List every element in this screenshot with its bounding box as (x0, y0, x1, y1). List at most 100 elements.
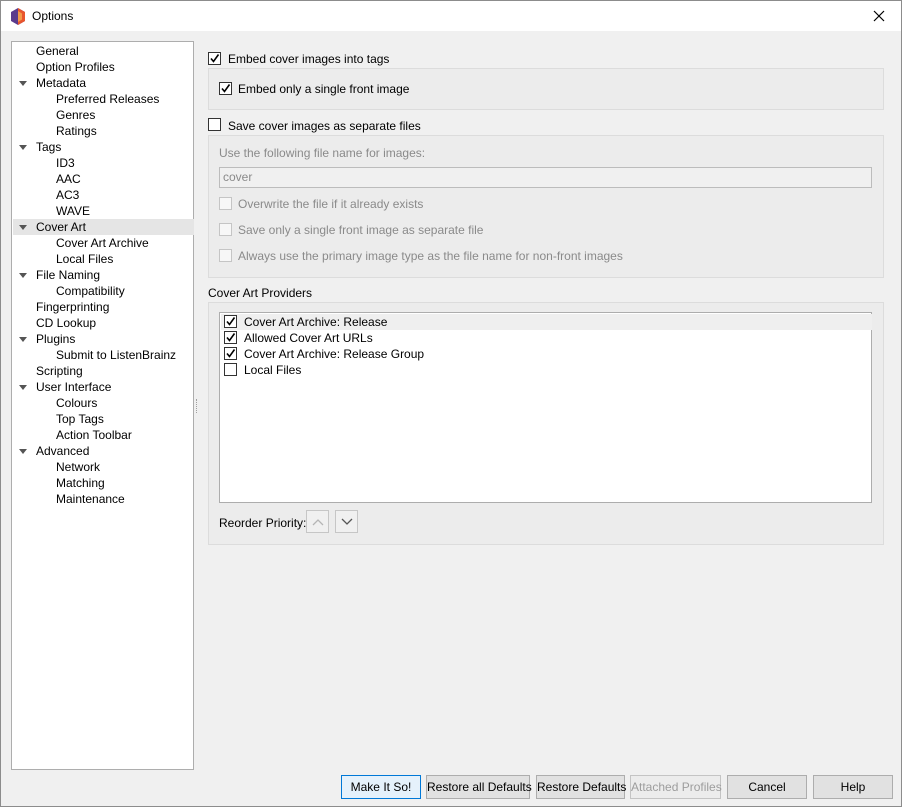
tree-item-compatibility[interactable]: Compatibility (13, 283, 194, 299)
embed-single-checkbox[interactable] (219, 82, 232, 95)
make-it-so-button[interactable]: Make It So! (341, 775, 421, 799)
close-icon (873, 10, 885, 22)
window-title: Options (32, 9, 74, 23)
tree-item-label: Preferred Releases (56, 92, 160, 106)
tree-item-action-toolbar[interactable]: Action Toolbar (13, 427, 194, 443)
provider-item-cover-art-archive-release-group[interactable]: Cover Art Archive: Release Group (221, 346, 872, 362)
restore-all-defaults-button[interactable]: Restore all Defaults (426, 775, 532, 799)
embed-single-label: Embed only a single front image (238, 82, 410, 96)
provider-checkbox[interactable] (224, 331, 237, 344)
tree-item-label: Cover Art Archive (56, 236, 149, 250)
restore-defaults-button[interactable]: Restore Defaults (536, 775, 626, 799)
tree-item-fingerprinting[interactable]: Fingerprinting (13, 299, 194, 315)
tree-item-label: CD Lookup (36, 316, 97, 330)
tree-item-label: File Naming (36, 268, 101, 282)
tree-item-preferred-releases[interactable]: Preferred Releases (13, 91, 194, 107)
tree-item-label: Tags (36, 140, 62, 154)
tree-item-label: Metadata (36, 76, 87, 90)
tree-item-label: Cover Art (36, 220, 87, 234)
tree-item-option-profiles[interactable]: Option Profiles (13, 59, 194, 75)
expand-arrow-icon[interactable] (19, 449, 27, 454)
tree-item-maintenance[interactable]: Maintenance (13, 491, 194, 507)
tree-item-advanced[interactable]: Advanced (13, 443, 194, 459)
tree-item-plugins[interactable]: Plugins (13, 331, 194, 347)
tree-item-label: Submit to ListenBrainz (56, 348, 177, 362)
tree-item-aac[interactable]: AAC (13, 171, 194, 187)
tree-item-label: Option Profiles (36, 60, 115, 74)
tree-item-network[interactable]: Network (13, 459, 194, 475)
embed-cover-checkbox[interactable] (208, 52, 221, 65)
overwrite-label: Overwrite the file if it already exists (238, 197, 424, 211)
tree-item-label: Scripting (36, 364, 83, 378)
embed-cover-label: Embed cover images into tags (228, 52, 390, 66)
options-tree[interactable]: General Option Profiles Metadata Preferred … (11, 41, 194, 770)
provider-checkbox[interactable] (224, 363, 237, 376)
expand-arrow-icon[interactable] (19, 337, 27, 342)
save-single-checkbox[interactable] (219, 223, 232, 236)
cancel-button[interactable]: Cancel (727, 775, 807, 799)
move-up-button[interactable] (306, 510, 329, 533)
tree-item-submit-to-listenbrainz[interactable]: Submit to ListenBrainz (13, 347, 194, 363)
tree-item-cd-lookup[interactable]: CD Lookup (13, 315, 194, 331)
chevron-up-icon (312, 518, 323, 525)
save-single-label: Save only a single front image as separa… (238, 223, 484, 237)
tree-item-label: Network (56, 460, 101, 474)
expand-arrow-icon[interactable] (19, 273, 27, 278)
save-separate-label: Save cover images as separate files (228, 119, 421, 133)
tree-item-top-tags[interactable]: Top Tags (13, 411, 194, 427)
tree-item-file-naming[interactable]: File Naming (13, 267, 194, 283)
expand-arrow-icon[interactable] (19, 385, 27, 390)
attached-profiles-button[interactable]: Attached Profiles (630, 775, 722, 799)
tree-item-label: Local Files (56, 252, 114, 266)
tree-item-wave[interactable]: WAVE (13, 203, 194, 219)
tree-item-general[interactable]: General (13, 43, 194, 59)
tree-item-label: WAVE (56, 204, 91, 218)
move-down-button[interactable] (335, 510, 358, 533)
tree-item-genres[interactable]: Genres (13, 107, 194, 123)
expand-arrow-icon[interactable] (19, 81, 27, 86)
providers-list[interactable]: Cover Art Archive: Release Allowed Cover … (219, 312, 872, 503)
options-window: Options General Option Profiles Metadata Pr… (0, 0, 902, 807)
tree-item-user-interface[interactable]: User Interface (13, 379, 194, 395)
tree-item-label: ID3 (56, 156, 75, 170)
expand-arrow-icon[interactable] (19, 225, 27, 230)
tree-item-label: Genres (56, 108, 96, 122)
primary-type-label: Always use the primary image type as the… (238, 249, 623, 263)
provider-item-local-files[interactable]: Local Files (221, 362, 872, 378)
tree-item-label: Compatibility (56, 284, 125, 298)
provider-item-cover-art-archive-release[interactable]: Cover Art Archive: Release (221, 314, 872, 330)
tree-item-id3[interactable]: ID3 (13, 155, 194, 171)
tree-item-label: Colours (56, 396, 98, 410)
provider-label: Allowed Cover Art URLs (244, 331, 373, 345)
tree-item-ratings[interactable]: Ratings (13, 123, 194, 139)
primary-type-checkbox[interactable] (219, 249, 232, 262)
tree-item-scripting[interactable]: Scripting (13, 363, 194, 379)
tree-item-label: General (36, 44, 79, 58)
tree-item-tags[interactable]: Tags (13, 139, 194, 155)
tree-item-metadata[interactable]: Metadata (13, 75, 194, 91)
tree-item-label: Top Tags (56, 412, 104, 426)
tree-item-matching[interactable]: Matching (13, 475, 194, 491)
app-logo-icon (10, 8, 26, 25)
help-button[interactable]: Help (813, 775, 893, 799)
reorder-label: Reorder Priority: (219, 516, 307, 530)
tree-item-cover-art-archive[interactable]: Cover Art Archive (13, 235, 194, 251)
tree-item-ac3[interactable]: AC3 (13, 187, 194, 203)
tree-item-local-files[interactable]: Local Files (13, 251, 194, 267)
provider-item-allowed-cover-art-urls[interactable]: Allowed Cover Art URLs (221, 330, 872, 346)
chevron-down-icon (341, 518, 352, 525)
provider-checkbox[interactable] (224, 347, 237, 360)
tree-item-label: User Interface (36, 380, 112, 394)
overwrite-checkbox[interactable] (219, 197, 232, 210)
tree-item-colours[interactable]: Colours (13, 395, 194, 411)
filename-input[interactable]: cover (219, 167, 872, 188)
splitter-handle[interactable] (196, 399, 198, 413)
expand-arrow-icon[interactable] (19, 145, 27, 150)
provider-label: Cover Art Archive: Release (244, 315, 388, 329)
tree-item-label: Plugins (36, 332, 76, 346)
save-separate-checkbox[interactable] (208, 118, 221, 131)
close-button[interactable] (857, 1, 901, 31)
tree-item-label: Ratings (56, 124, 97, 138)
provider-checkbox[interactable] (224, 315, 237, 328)
tree-item-cover-art[interactable]: Cover Art (13, 219, 194, 235)
